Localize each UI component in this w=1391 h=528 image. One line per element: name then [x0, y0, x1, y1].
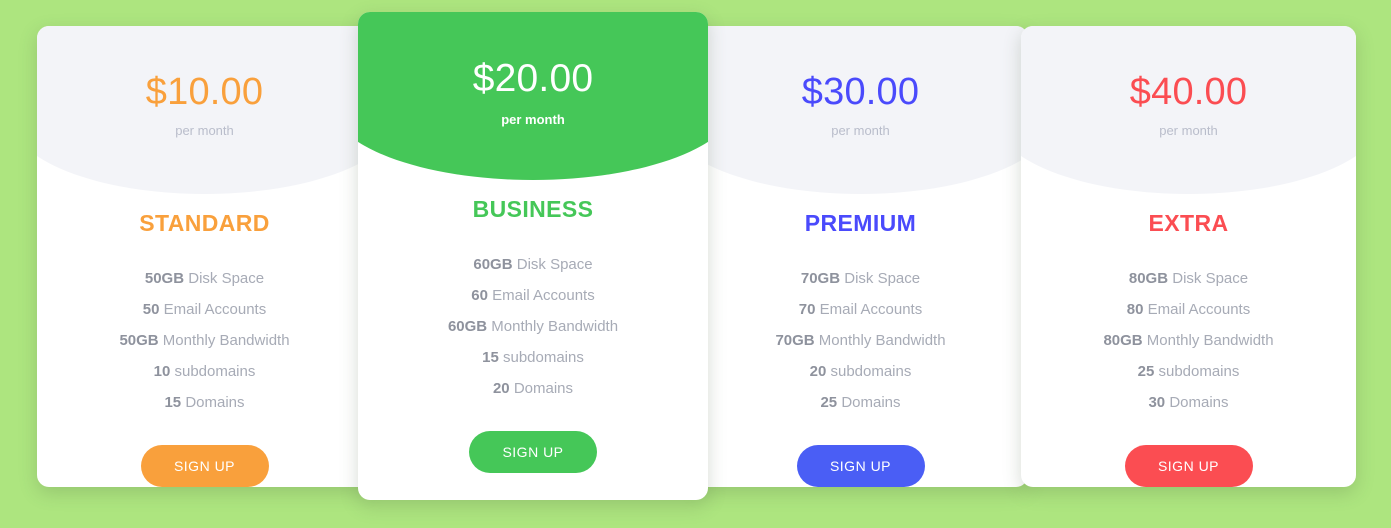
card-header-premium: $30.00 per month	[693, 26, 1028, 194]
feature-amount: 80GB	[1128, 270, 1169, 287]
card-header-extra: $40.00 per month	[1021, 26, 1356, 194]
feature-label: Disk Space	[512, 256, 593, 273]
feature-label: Monthly Bandwidth	[158, 332, 290, 349]
feature-item: 70GB Disk Space	[711, 263, 1010, 294]
card-body-business: BUSINESS 60GB Disk Space 60 Email Accoun…	[358, 196, 708, 473]
feature-item: 15 Domains	[55, 387, 354, 418]
feature-item: 80 Email Accounts	[1039, 294, 1338, 325]
feature-amount: 10	[153, 363, 171, 380]
card-header-business: $20.00 per month	[358, 12, 708, 180]
feature-item: 70GB Monthly Bandwidth	[711, 325, 1010, 356]
feature-amount: 50	[142, 301, 160, 318]
feature-amount: 25	[1137, 363, 1155, 380]
feature-item: 60GB Disk Space	[376, 249, 690, 280]
feature-item: 20 Domains	[376, 373, 690, 404]
feature-label: subdomains	[826, 363, 912, 380]
feature-item: 80GB Monthly Bandwidth	[1039, 325, 1338, 356]
cta-wrapper-premium: SIGN UP	[711, 445, 1010, 487]
feature-label: subdomains	[498, 349, 584, 366]
feature-label: Email Accounts	[815, 301, 923, 318]
feature-item: 60 Email Accounts	[376, 280, 690, 311]
card-body-extra: EXTRA 80GB Disk Space 80 Email Accounts …	[1021, 210, 1356, 487]
feature-label: Email Accounts	[487, 287, 595, 304]
feature-list-business: 60GB Disk Space 60 Email Accounts 60GB M…	[376, 249, 690, 404]
billing-period-extra: per month	[1159, 122, 1218, 138]
feature-list-standard: 50GB Disk Space 50 Email Accounts 50GB M…	[55, 263, 354, 418]
feature-amount: 15	[482, 349, 499, 366]
feature-label: Monthly Bandwidth	[814, 332, 946, 349]
feature-label: Domains	[1165, 394, 1229, 411]
feature-item: 10 subdomains	[55, 356, 354, 387]
signup-button-standard[interactable]: SIGN UP	[140, 445, 269, 487]
plan-name-standard: STANDARD	[139, 210, 270, 236]
feature-amount: 70	[798, 301, 816, 318]
feature-label: Domains	[181, 394, 245, 411]
feature-amount: 50GB	[119, 332, 159, 349]
price-premium: $30.00	[801, 71, 920, 113]
feature-amount: 70GB	[800, 270, 841, 287]
feature-list-extra: 80GB Disk Space 80 Email Accounts 80GB M…	[1039, 263, 1338, 418]
price-extra: $40.00	[1129, 71, 1248, 113]
feature-amount: 60GB	[473, 256, 513, 273]
feature-list-premium: 70GB Disk Space 70 Email Accounts 70GB M…	[711, 263, 1010, 418]
feature-label: Disk Space	[840, 270, 921, 287]
feature-label: Monthly Bandwidth	[487, 318, 619, 335]
billing-period-premium: per month	[831, 122, 890, 138]
feature-item: 50GB Monthly Bandwidth	[55, 325, 354, 356]
feature-amount: 30	[1148, 394, 1166, 411]
pricing-card-business[interactable]: $20.00 per month BUSINESS 60GB Disk Spac…	[358, 12, 708, 500]
price-standard: $10.00	[145, 71, 264, 113]
feature-item: 20 subdomains	[711, 356, 1010, 387]
feature-item: 60GB Monthly Bandwidth	[376, 311, 690, 342]
feature-item: 50 Email Accounts	[55, 294, 354, 325]
feature-label: Disk Space	[184, 270, 265, 287]
price-business: $20.00	[472, 57, 594, 100]
feature-item: 30 Domains	[1039, 387, 1338, 418]
feature-item: 80GB Disk Space	[1039, 263, 1338, 294]
plan-name-business: BUSINESS	[472, 196, 594, 222]
feature-label: Domains	[509, 380, 574, 397]
billing-period-standard: per month	[175, 122, 234, 138]
feature-amount: 60	[471, 287, 488, 304]
signup-button-business[interactable]: SIGN UP	[469, 431, 597, 473]
feature-amount: 50GB	[144, 270, 185, 287]
feature-label: Disk Space	[1168, 270, 1249, 287]
billing-period-business: per month	[501, 111, 565, 127]
feature-label: Email Accounts	[1143, 301, 1251, 318]
feature-item: 25 Domains	[711, 387, 1010, 418]
feature-amount: 70GB	[775, 332, 815, 349]
pricing-card-extra[interactable]: $40.00 per month EXTRA 80GB Disk Space 8…	[1021, 26, 1356, 487]
feature-item: 25 subdomains	[1039, 356, 1338, 387]
pricing-table: $10.00 per month STANDARD 50GB Disk Spac…	[0, 0, 1391, 528]
feature-item: 70 Email Accounts	[711, 294, 1010, 325]
feature-item: 15 subdomains	[376, 342, 690, 373]
signup-button-premium[interactable]: SIGN UP	[796, 445, 925, 487]
feature-amount: 25	[820, 394, 838, 411]
pricing-card-standard[interactable]: $10.00 per month STANDARD 50GB Disk Spac…	[37, 26, 372, 487]
plan-name-extra: EXTRA	[1148, 210, 1229, 236]
card-body-premium: PREMIUM 70GB Disk Space 70 Email Account…	[693, 210, 1028, 487]
feature-amount: 20	[809, 363, 827, 380]
cta-wrapper-business: SIGN UP	[376, 431, 690, 473]
feature-label: Email Accounts	[159, 301, 267, 318]
feature-item: 50GB Disk Space	[55, 263, 354, 294]
feature-amount: 20	[492, 380, 510, 397]
feature-amount: 80GB	[1103, 332, 1143, 349]
pricing-card-premium[interactable]: $30.00 per month PREMIUM 70GB Disk Space…	[693, 26, 1028, 487]
feature-amount: 15	[164, 394, 182, 411]
feature-label: Monthly Bandwidth	[1142, 332, 1274, 349]
feature-label: subdomains	[170, 363, 256, 380]
cta-wrapper-extra: SIGN UP	[1039, 445, 1338, 487]
card-body-standard: STANDARD 50GB Disk Space 50 Email Accoun…	[37, 210, 372, 487]
signup-button-extra[interactable]: SIGN UP	[1124, 445, 1253, 487]
feature-amount: 60GB	[447, 318, 488, 335]
plan-name-premium: PREMIUM	[804, 210, 917, 236]
feature-label: subdomains	[1154, 363, 1240, 380]
cta-wrapper-standard: SIGN UP	[55, 445, 354, 487]
card-header-standard: $10.00 per month	[37, 26, 372, 194]
feature-amount: 80	[1126, 301, 1144, 318]
feature-label: Domains	[837, 394, 901, 411]
